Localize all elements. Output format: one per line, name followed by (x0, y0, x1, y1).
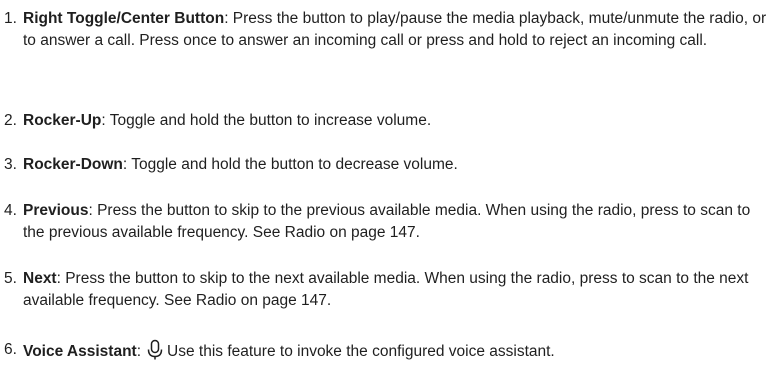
microphone-icon (145, 339, 165, 361)
item-description: Use this feature to invoke the configure… (167, 343, 555, 360)
item-colon: : (136, 343, 142, 360)
list-number: 2. (4, 112, 17, 129)
list-number: 3. (4, 156, 17, 173)
item-label: Voice Assistant (23, 343, 137, 360)
item-label: Rocker-Down (23, 156, 123, 173)
item-description: : Toggle and hold the button to decrease… (122, 156, 458, 173)
item-label: Previous (23, 202, 89, 219)
list-item-text: Right Toggle/Center Button: Press the bu… (23, 8, 773, 52)
item-label: Next (23, 270, 57, 287)
list-number: 5. (4, 270, 17, 287)
list-number: 6. (4, 341, 17, 358)
list-number: 4. (4, 202, 17, 219)
list-item-text: Next: Press the button to skip to the ne… (23, 268, 773, 312)
list-item-text: Rocker-Down: Toggle and hold the button … (23, 154, 773, 176)
list-item-text: Rocker-Up: Toggle and hold the button to… (23, 110, 773, 132)
list-item-text: Voice Assistant: Use this feature to invo… (23, 339, 773, 363)
item-label: Right Toggle/Center Button (23, 10, 225, 27)
item-label: Rocker-Up (23, 112, 102, 129)
item-description: : Press the button to skip to the next a… (23, 270, 749, 309)
item-description: : Toggle and hold the button to increase… (101, 112, 432, 129)
item-description: : Press the button to skip to the previo… (23, 202, 751, 241)
list-number: 1. (4, 10, 17, 27)
list-item-text: Previous: Press the button to skip to th… (23, 200, 773, 244)
